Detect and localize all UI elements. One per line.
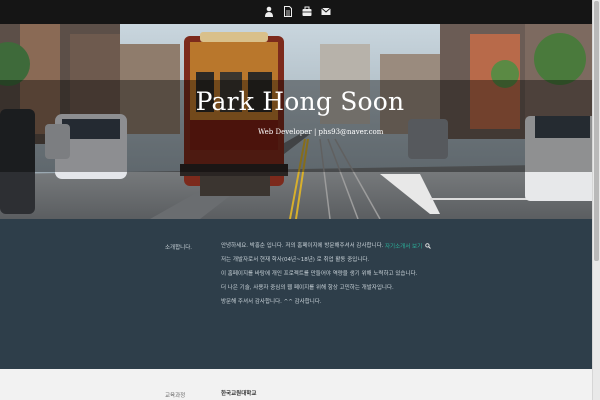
introduction-section: 소개합니다. 안녕하세요. 박홍순 입니다. 저의 홈페이지에 방문해주셔서 감… (0, 219, 600, 369)
envelope-icon[interactable] (321, 5, 331, 18)
intro-line (221, 250, 417, 257)
search-icon (425, 243, 432, 249)
education-section: 교육과정 한국교원대학교 (0, 369, 600, 400)
hero-subtitle: Web Developer | phs93@naver.com (258, 128, 384, 136)
briefcase-icon[interactable] (302, 5, 312, 18)
intro-section-label: 소개합니다. (165, 245, 193, 251)
intro-line (221, 292, 417, 299)
intro-line (221, 278, 417, 285)
intro-line: 더 나은 기술, 사용자 중심의 웹 페이지를 위해 항상 고민하는 개발자입니… (221, 285, 394, 291)
nav-icon-group (264, 5, 331, 18)
top-navbar (0, 0, 600, 24)
cover-letter-link-label: 자기소개서 보기 (385, 244, 423, 250)
intro-line: 저는 개발자로서 현재 학사(04년~18년) 로 취업 활동 중입니다. (221, 257, 370, 263)
hero-banner: Park Hong Soon Web Developer | phs93@nav… (0, 24, 600, 219)
intro-line: 방문해 주셔서 감사합니다. ^^ 감사합니다. (221, 299, 322, 305)
intro-line: 이 홈페이지를 바탕에 개인 프로젝트를 만들어야 역량을 생기 위해 노력하고… (221, 271, 418, 277)
hero-title: Park Hong Soon (195, 87, 405, 116)
page-scrollbar[interactable] (592, 0, 600, 400)
education-label: 교육과정 (165, 393, 186, 399)
intro-line (221, 264, 417, 271)
intro-text-block: 안녕하세요. 박홍순 입니다. 저의 홈페이지에 방문해주셔서 감사합니다. 저… (221, 243, 417, 306)
cover-letter-link[interactable]: 자기소개서 보기 (385, 242, 432, 250)
user-icon[interactable] (264, 5, 274, 18)
scrollbar-thumb[interactable] (594, 1, 599, 261)
document-icon[interactable] (283, 5, 293, 18)
education-value: 한국교원대학교 (221, 391, 257, 397)
